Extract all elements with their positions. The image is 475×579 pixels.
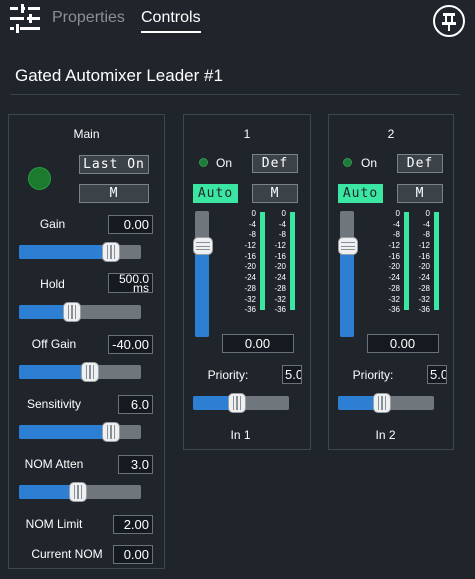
gate-indicator-led — [28, 167, 51, 190]
nom-atten-field[interactable]: 3.0 — [118, 455, 153, 474]
tab-properties[interactable]: Properties — [52, 9, 125, 27]
hold-field[interactable]: 500.0 ms — [108, 273, 153, 293]
channel-2-priority-field[interactable]: 5.0 — [427, 365, 447, 384]
fader-fill — [340, 246, 354, 337]
slider-handle[interactable] — [102, 422, 120, 442]
channel-2-gate-led — [343, 158, 352, 167]
hold-slider[interactable] — [19, 302, 141, 322]
meter-scale-tick: -28 — [274, 283, 286, 293]
channel-1-name: In 1 — [230, 428, 251, 442]
tab-controls[interactable]: Controls — [141, 9, 201, 27]
channel-2-def-button[interactable]: Def — [397, 154, 443, 173]
off-gain-label: Off Gain — [31, 337, 77, 351]
nom-atten-label: NOM Atten — [24, 457, 84, 471]
channel-1-gain-field[interactable]: 0.00 — [222, 334, 294, 353]
gain-slider[interactable] — [19, 242, 141, 262]
slider-handle[interactable] — [63, 302, 81, 322]
slider-handle[interactable] — [69, 482, 87, 502]
channel-1-meter-scale-left: 0 -4 -8 -12 -16 -20 -24 -28 -32 -36 — [232, 210, 256, 317]
current-nom-field: 0.00 — [113, 545, 153, 564]
channel-1-auto-button[interactable]: Auto — [193, 184, 238, 203]
meter-level — [290, 212, 295, 310]
sensitivity-label: Sensitivity — [26, 397, 82, 411]
channel-1-priority-slider[interactable] — [193, 393, 289, 413]
channel-1-meter-left — [260, 212, 265, 310]
slider-handle[interactable] — [228, 393, 246, 413]
sensitivity-slider[interactable] — [19, 422, 141, 442]
channel-1-fader[interactable] — [193, 211, 213, 337]
channel-1-priority-label: Priority: — [207, 368, 249, 382]
channel-1-meter-right — [290, 212, 295, 310]
channel-2-meter-scale-left: 0 -4 -8 -12 -16 -20 -24 -28 -32 -36 — [376, 210, 400, 317]
gain-label: Gain — [39, 217, 66, 231]
channel-2-priority-slider[interactable] — [338, 393, 434, 413]
channel-2-auto-button[interactable]: Auto — [338, 184, 383, 203]
channel-1-gate-led — [199, 158, 208, 167]
nom-limit-field[interactable]: 2.00 — [113, 515, 153, 534]
off-gain-slider[interactable] — [19, 362, 141, 382]
meter-scale-tick: -28 — [418, 283, 430, 293]
slider-handle[interactable] — [81, 362, 99, 382]
fader-handle[interactable] — [193, 237, 213, 255]
fader-fill — [195, 246, 209, 337]
off-gain-field[interactable]: -40.00 — [108, 335, 153, 354]
channel-2-meter-scale-right: 0 -4 -8 -12 -16 -20 -24 -28 -32 -36 — [410, 210, 430, 317]
main-mute-button[interactable]: M — [79, 184, 149, 203]
current-nom-label: Current NOM — [31, 547, 103, 561]
gain-field[interactable]: 0.00 — [108, 215, 153, 234]
active-tab-indicator — [141, 31, 201, 33]
channel-1-title: 1 — [243, 127, 251, 141]
nom-atten-slider[interactable] — [19, 482, 141, 502]
slider-handle[interactable] — [102, 242, 120, 262]
page-title: Gated Automixer Leader #1 — [15, 66, 223, 85]
meter-scale-tick: -28 — [244, 283, 256, 293]
fader-handle[interactable] — [338, 237, 358, 255]
channel-2-fader[interactable] — [338, 211, 358, 337]
meter-scale-tick: -36 — [274, 305, 286, 315]
divider — [10, 94, 460, 95]
channel-2-mute-button[interactable]: M — [397, 184, 443, 203]
channel-2-title: 2 — [387, 127, 395, 141]
channel-1-on-label: On — [216, 156, 233, 170]
meter-level — [434, 212, 439, 310]
meter-scale-tick: -36 — [244, 305, 256, 315]
channel-1-mute-button[interactable]: M — [252, 184, 298, 203]
channel-1-priority-field[interactable]: 5.0 — [282, 365, 302, 384]
sliders-icon[interactable] — [8, 4, 42, 34]
channel-2-meter-left — [404, 212, 409, 310]
meter-scale-tick: -36 — [388, 305, 400, 315]
slider-fill — [19, 245, 111, 259]
hold-label: Hold — [40, 277, 65, 291]
channel-2-gain-field[interactable]: 0.00 — [367, 334, 439, 353]
meter-level — [260, 212, 265, 310]
channel-2-on-label: On — [361, 156, 378, 170]
last-on-button[interactable]: Last On — [79, 155, 149, 174]
pin-icon[interactable] — [433, 5, 465, 37]
meter-scale-tick: -36 — [418, 305, 430, 315]
slider-fill — [19, 365, 90, 379]
main-panel-title: Main — [73, 127, 100, 141]
channel-1-meter-scale-right: 0 -4 -8 -12 -16 -20 -24 -28 -32 -36 — [266, 210, 286, 317]
sensitivity-field[interactable]: 6.0 — [118, 395, 153, 414]
meter-level — [404, 212, 409, 310]
channel-2-priority-label: Priority: — [352, 368, 394, 382]
slider-handle[interactable] — [373, 393, 391, 413]
slider-fill — [19, 425, 111, 439]
channel-1-def-button[interactable]: Def — [252, 154, 298, 173]
channel-2-name: In 2 — [375, 428, 396, 442]
nom-limit-label: NOM Limit — [25, 517, 83, 531]
channel-2-meter-right — [434, 212, 439, 310]
meter-scale-tick: -28 — [388, 283, 400, 293]
